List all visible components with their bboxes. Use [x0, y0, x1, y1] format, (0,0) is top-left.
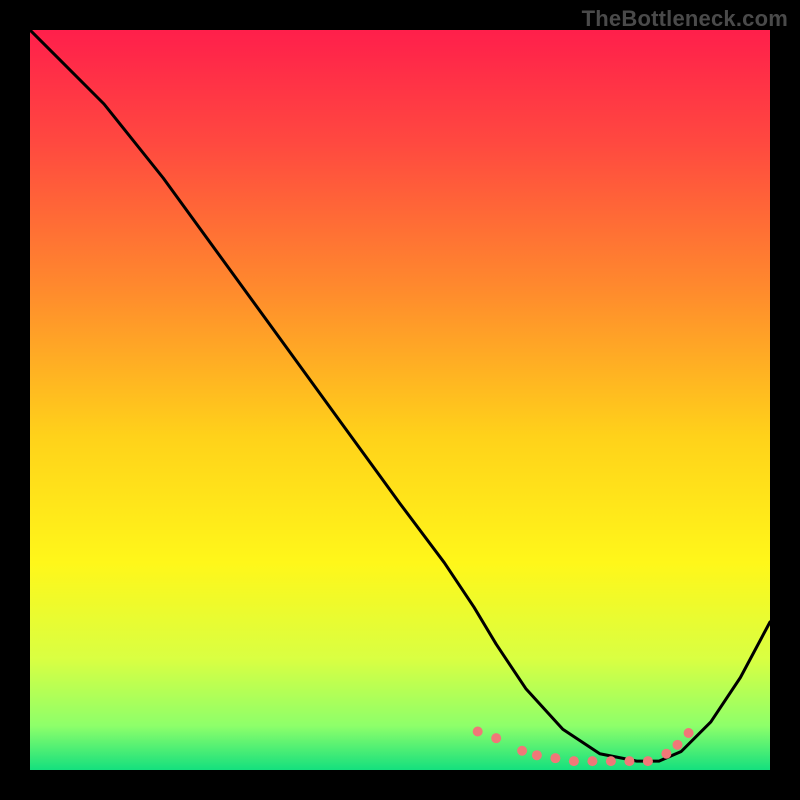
marker-dot	[491, 733, 501, 743]
watermark-label: TheBottleneck.com	[582, 6, 788, 32]
marker-dot	[473, 727, 483, 737]
chart-stage: TheBottleneck.com	[0, 0, 800, 800]
marker-dot	[569, 756, 579, 766]
marker-dot	[532, 750, 542, 760]
marker-dot	[606, 756, 616, 766]
marker-dot	[517, 746, 527, 756]
marker-dot	[550, 753, 560, 763]
plot-frame	[30, 30, 770, 770]
gradient-background	[30, 30, 770, 770]
marker-dot	[587, 756, 597, 766]
marker-dot	[684, 728, 694, 738]
marker-dot	[624, 756, 634, 766]
marker-dot	[661, 749, 671, 759]
marker-dot	[643, 756, 653, 766]
marker-dot	[673, 740, 683, 750]
plot-svg	[30, 30, 770, 770]
